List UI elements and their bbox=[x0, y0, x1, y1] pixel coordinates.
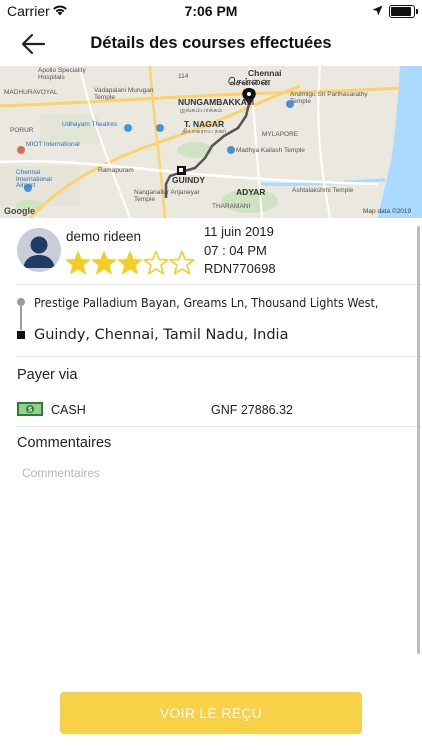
status-bar: Carrier 7:06 PM bbox=[0, 0, 422, 22]
map-label-guindy: GUINDY bbox=[172, 175, 206, 185]
divider bbox=[16, 284, 422, 285]
user-silhouette-icon bbox=[17, 228, 61, 272]
divider bbox=[16, 356, 422, 357]
cash-icon: $ bbox=[17, 402, 43, 416]
pickup-dot-icon bbox=[17, 298, 25, 306]
rider-name: demo rideen bbox=[66, 229, 142, 244]
map-attribution: Map data ©2019 bbox=[363, 208, 412, 215]
star-filled-icon bbox=[65, 251, 91, 275]
comments-title: Commentaires bbox=[17, 435, 112, 451]
divider bbox=[16, 426, 422, 427]
star-empty-icon bbox=[169, 250, 195, 275]
scrollbar[interactable] bbox=[417, 226, 420, 654]
location-arrow-icon bbox=[372, 5, 383, 16]
map-label-road-114: 114 bbox=[178, 73, 189, 80]
dropoff-square-icon bbox=[17, 331, 25, 339]
map-label-porur: PORUR bbox=[10, 127, 34, 134]
map-label-udhayam: Udhayam Theatres bbox=[62, 121, 118, 128]
star-filled-icon bbox=[117, 251, 143, 275]
map-label-adyar: ADYAR bbox=[236, 187, 266, 197]
route-connector bbox=[20, 306, 22, 330]
view-receipt-button[interactable]: VOIR LE REÇU bbox=[60, 692, 362, 734]
star-filled-icon bbox=[91, 251, 117, 275]
dropoff-address: Guindy, Chennai, Tamil Nadu, India bbox=[34, 327, 289, 343]
clock: 7:06 PM bbox=[184, 3, 238, 19]
map-label-miot: MIOT International bbox=[26, 141, 80, 148]
google-logo: Google bbox=[4, 206, 35, 216]
ride-date: 11 juin 2019 bbox=[204, 224, 274, 239]
map-label-apollo: Apollo Speciality Hospitals bbox=[38, 67, 86, 81]
map-label-chennai-tamil: சென்னை bbox=[228, 77, 271, 88]
star-empty-icon bbox=[143, 250, 169, 275]
pickup-address: Prestige Palladium Bayan, Greams Ln, Tho… bbox=[34, 295, 379, 310]
rating-stars bbox=[65, 250, 195, 276]
map-label-kailash: Madhya Kailash Temple bbox=[236, 147, 305, 154]
map-label-mylapore: MYLAPORE bbox=[262, 131, 299, 138]
map-label-madhuravoyal: MADHURAVOYAL bbox=[4, 89, 58, 96]
route-map[interactable]: Chennai சென்னை Apollo Speciality Hospita… bbox=[0, 66, 422, 218]
map-label-airport: Chennai International Airport bbox=[16, 169, 52, 189]
payment-title: Payer via bbox=[17, 367, 78, 383]
battery-icon bbox=[389, 5, 418, 18]
payment-method: CASH bbox=[51, 403, 86, 417]
comments-input[interactable] bbox=[16, 460, 418, 486]
ride-time: 07 : 04 PM bbox=[204, 243, 267, 258]
map-label-ramapuram: Ramapuram bbox=[98, 167, 134, 174]
map-label-nungambakkam: NUNGAMBAKKAM bbox=[178, 97, 255, 107]
map-label-anjaneyar: Nanganallur Anjaneyar Temple bbox=[134, 189, 200, 203]
fare-amount: GNF 27886.32 bbox=[211, 403, 293, 417]
svg-text:$: $ bbox=[28, 406, 33, 414]
map-label-t-nagar-tamil: தியாகராய நகர் bbox=[182, 128, 227, 135]
map-label-ashtalakshmi: Ashtalakshmi Temple bbox=[292, 187, 354, 194]
map-label-nungambakkam-tamil: நுங்கம்பாக்கம் bbox=[180, 107, 223, 114]
map-label-vadapalani: Vadapalani Murugan Temple bbox=[94, 87, 154, 101]
navigation-bar: Détails des courses effectuées bbox=[0, 22, 422, 66]
ride-id: RDN770698 bbox=[204, 261, 276, 276]
page-title: Détails des courses effectuées bbox=[90, 34, 332, 52]
map-label-arulmigu: Arulmigu Sri Parthasarathy Temple bbox=[290, 91, 368, 105]
avatar bbox=[17, 228, 61, 272]
map-label-tharamani: THARAMANI bbox=[212, 203, 251, 210]
